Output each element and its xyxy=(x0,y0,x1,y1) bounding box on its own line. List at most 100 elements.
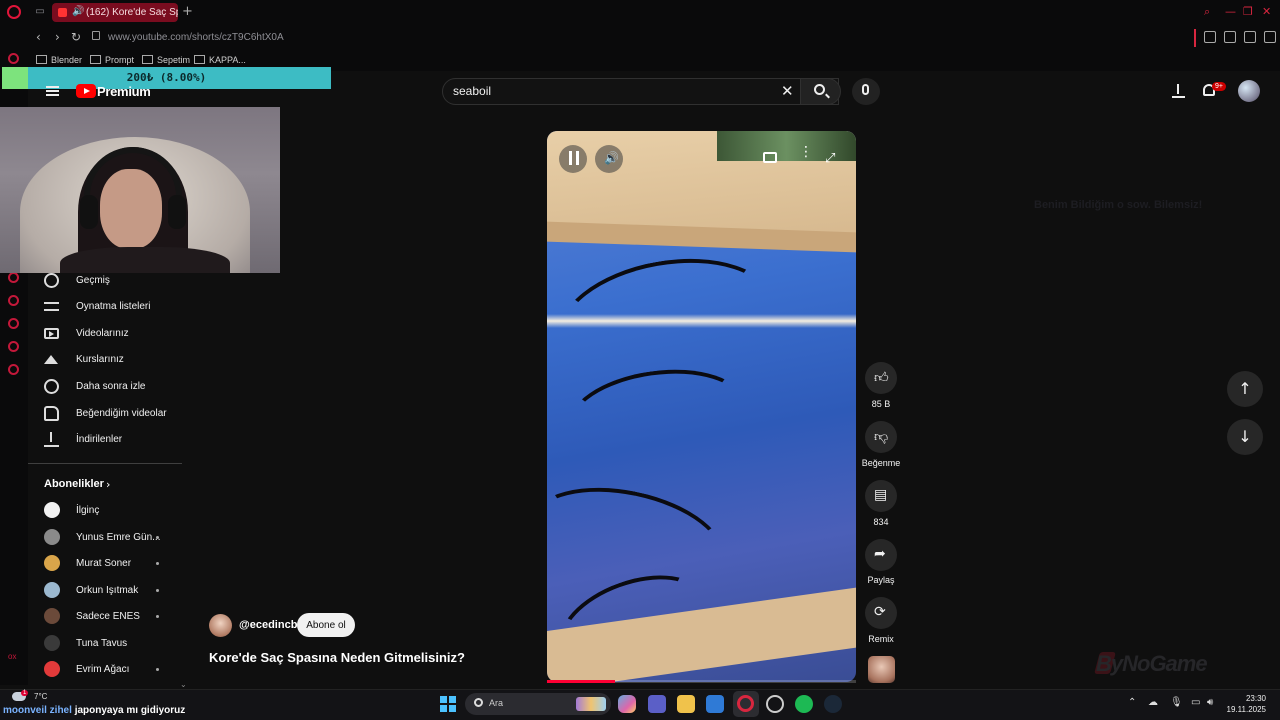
bookmark-item[interactable]: Sepetim xyxy=(142,55,190,65)
sidebar-app-icon[interactable] xyxy=(8,295,19,306)
channel-avatar[interactable] xyxy=(209,614,232,637)
account-avatar[interactable] xyxy=(1238,80,1260,102)
sidebar-app-icon[interactable] xyxy=(8,53,19,64)
lock-icon[interactable] xyxy=(92,31,100,40)
windows-start-icon[interactable] xyxy=(440,696,456,712)
video-progress-bar[interactable] xyxy=(547,680,856,683)
subscription-item[interactable]: Orkun Işıtmak xyxy=(28,578,182,604)
microphone-icon[interactable] xyxy=(862,84,869,95)
browser-tab-active[interactable]: 🔊 (162) Kore'de Saç Spa xyxy=(52,3,178,22)
next-short-button[interactable]: ↓ xyxy=(1227,419,1263,455)
subscription-item[interactable]: İlginç xyxy=(28,498,182,524)
search-tabs-icon[interactable]: ⌕ xyxy=(1204,5,1210,19)
bookmark-item[interactable]: Prompt xyxy=(90,55,134,65)
tab-audio-icon[interactable]: 🔊 xyxy=(72,6,84,17)
spotify-icon[interactable] xyxy=(795,695,813,713)
sidebar-item-your-videos[interactable]: Videolarınız xyxy=(28,321,182,347)
fullscreen-icon[interactable]: ⤢ xyxy=(825,151,835,166)
settings-icon[interactable] xyxy=(8,364,19,375)
sidebar-item-history[interactable]: Geçmiş xyxy=(28,268,182,294)
new-content-dot xyxy=(156,668,159,671)
watermark-text: ByNoGame xyxy=(1096,651,1208,676)
extensions-icon[interactable] xyxy=(1204,31,1216,43)
search-input[interactable] xyxy=(453,84,753,98)
subscriptions-heading[interactable]: Abonelikler xyxy=(44,478,104,490)
short-video-player[interactable]: 🔊 ⋮ ⤢ xyxy=(547,131,856,682)
subscription-item[interactable]: Evrim Ağacı xyxy=(28,657,182,683)
microphone-tray-icon[interactable]: 🎙︎ xyxy=(1170,697,1183,708)
menu-icon[interactable] xyxy=(1264,31,1276,43)
opera-taskbar-icon[interactable] xyxy=(737,695,754,712)
close-window-icon[interactable]: ✕ xyxy=(1262,5,1271,18)
back-icon[interactable]: ‹ xyxy=(36,30,41,44)
new-tab-icon[interactable]: + xyxy=(182,4,193,19)
menu-hamburger-icon[interactable] xyxy=(46,86,59,96)
sidebar-item-watch-later[interactable]: Daha sonra izle xyxy=(28,374,182,400)
download-icon xyxy=(44,432,59,447)
url-field[interactable]: www.youtube.com/shorts/czT9C6htX0A xyxy=(108,32,284,43)
logo-premium-text[interactable]: Premium xyxy=(97,84,151,99)
network-icon[interactable]: ▭ xyxy=(1191,697,1200,708)
todo-icon[interactable] xyxy=(706,695,724,713)
remix-label: Remix xyxy=(868,634,894,644)
chevron-right-icon[interactable]: › xyxy=(106,478,110,491)
system-clock[interactable]: 23:30 19.11.2025 xyxy=(1226,693,1266,715)
captions-icon[interactable] xyxy=(763,152,777,163)
short-title[interactable]: Kore'de Saç Spasına Neden Gitmelisiniz? xyxy=(209,650,465,665)
steam-icon[interactable] xyxy=(824,695,842,713)
cloud-icon[interactable]: ☁ xyxy=(1148,697,1158,708)
sidebar-scroll-down-icon[interactable]: ⌄ xyxy=(180,680,187,689)
reload-icon[interactable]: ↻ xyxy=(71,30,81,44)
file-explorer-icon[interactable] xyxy=(677,695,695,713)
forward-icon[interactable]: › xyxy=(55,30,60,44)
volume-tray-icon[interactable]: 🔊︎ xyxy=(1207,697,1213,708)
subscription-item[interactable]: Murat Soner xyxy=(28,551,182,577)
sidebar-item-downloads[interactable]: İndirilenler xyxy=(28,427,182,453)
thumbs-down-icon: 👎︎ xyxy=(874,429,889,445)
opera-logo-icon[interactable] xyxy=(7,5,21,19)
taskbar-search[interactable]: Ara xyxy=(465,693,611,715)
snapshot-icon[interactable] xyxy=(1224,31,1236,43)
subscription-item[interactable]: Sadece ENES xyxy=(28,604,182,630)
channel-name[interactable]: @ecedincb xyxy=(239,619,297,631)
subscription-item[interactable]: Tuna Tavus xyxy=(28,631,182,657)
search-icon[interactable] xyxy=(814,84,825,95)
sidebar-app-icon[interactable] xyxy=(8,272,19,283)
share-label: Paylaş xyxy=(867,575,895,585)
sidebar-item-liked-videos[interactable]: Beğendiğim videolar xyxy=(28,401,182,427)
subscription-item[interactable]: Yunus Emre Gün... xyxy=(28,525,182,551)
headset-earcup xyxy=(80,195,98,229)
subscription-name: Evrim Ağacı xyxy=(76,664,130,675)
thumbs-up-icon: 👍︎ xyxy=(874,370,889,386)
tab-list-icon[interactable]: ▭ xyxy=(34,6,46,18)
more-options-icon[interactable]: ⋮ xyxy=(799,145,813,159)
new-content-dot xyxy=(156,562,159,565)
youtube-logo-icon[interactable] xyxy=(76,84,96,98)
sidebar-item-courses[interactable]: Kurslarınız xyxy=(28,347,182,373)
channel-avatar xyxy=(44,635,60,651)
tray-chevron-icon[interactable]: ⌃ xyxy=(1128,697,1136,708)
sidebar-app-icon[interactable] xyxy=(8,341,19,352)
minimize-icon[interactable]: — xyxy=(1225,5,1236,18)
search-icon xyxy=(474,698,483,707)
sidebar-more-icon[interactable]: ox xyxy=(8,652,16,661)
subscribe-button[interactable]: Abone ol xyxy=(297,613,355,637)
upload-icon[interactable] xyxy=(1172,84,1185,98)
download-icon[interactable] xyxy=(1244,31,1256,43)
copilot-icon[interactable] xyxy=(618,695,636,713)
previous-short-button[interactable]: ↑ xyxy=(1227,371,1263,407)
bookmark-item[interactable]: KAPPA... xyxy=(194,55,246,65)
notification-count-badge: 9+ xyxy=(1212,82,1226,91)
sidebar-item-playlists[interactable]: Oynatma listeleri xyxy=(28,294,182,320)
video-hair-strand xyxy=(561,358,753,474)
clear-search-icon[interactable]: ✕ xyxy=(781,82,794,100)
subscription-name: Murat Soner xyxy=(76,558,132,569)
sidebar-item-label: Kurslarınız xyxy=(76,354,124,365)
obs-icon[interactable] xyxy=(766,695,784,713)
maximize-icon[interactable]: ❐ xyxy=(1243,5,1253,18)
sound-thumbnail[interactable] xyxy=(868,656,895,683)
bookmark-item[interactable]: Blender xyxy=(36,55,82,65)
volume-icon: 🔊 xyxy=(604,151,619,165)
teams-icon[interactable] xyxy=(648,695,666,713)
sidebar-app-icon[interactable] xyxy=(8,318,19,329)
